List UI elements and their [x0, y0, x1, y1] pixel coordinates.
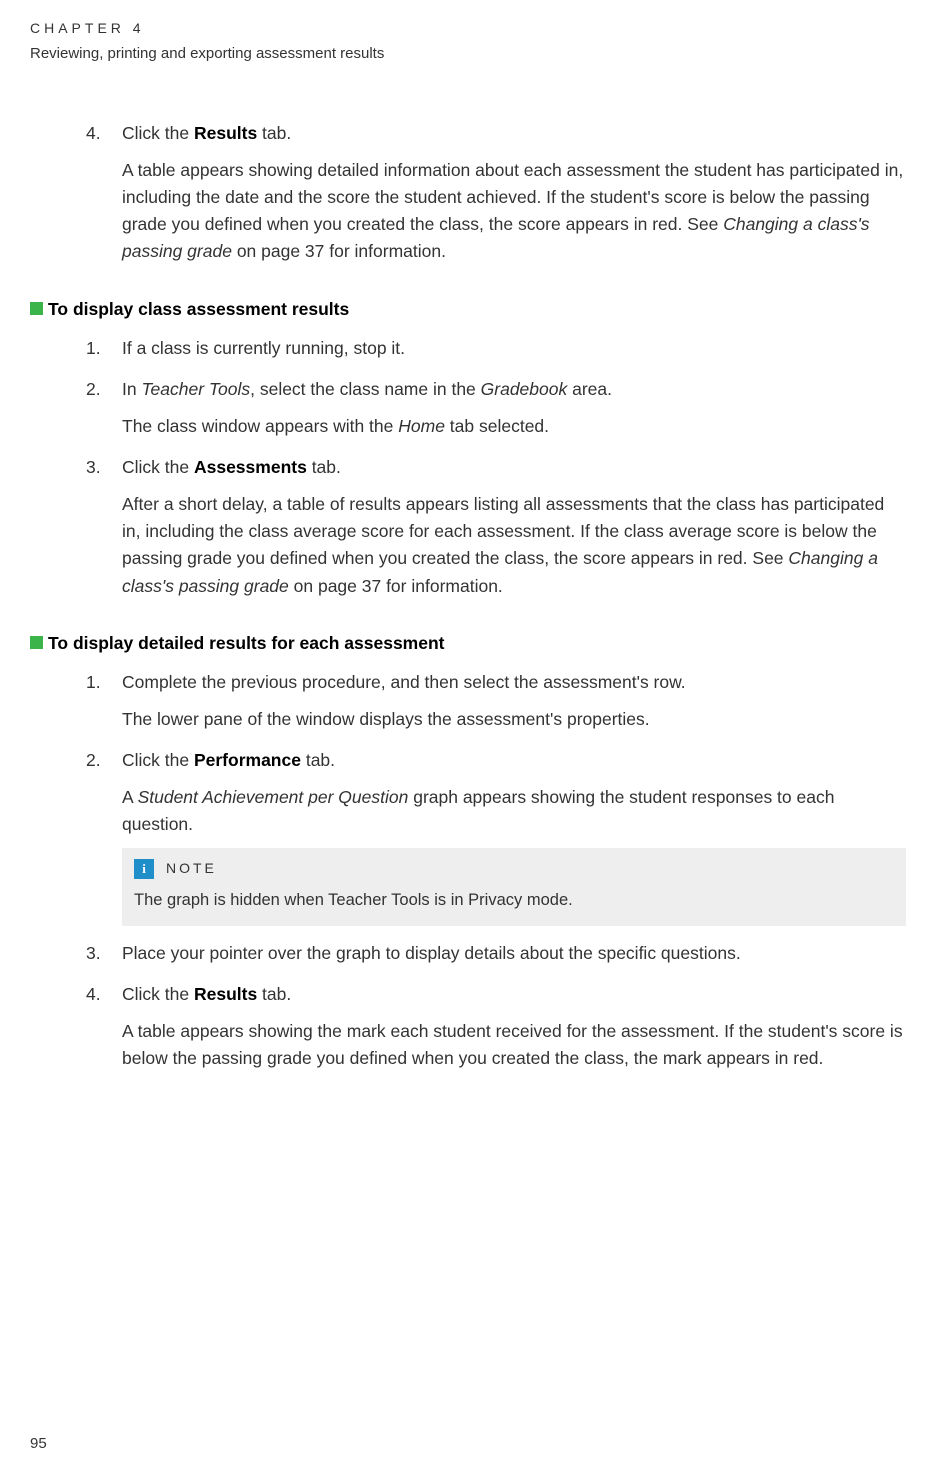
step-number: 4. — [86, 981, 114, 1008]
text-fragment: tab. — [257, 984, 291, 1004]
step-number: 1. — [86, 335, 114, 362]
text-fragment: Click the — [122, 457, 194, 477]
step-number: 3. — [86, 454, 114, 481]
step-result: A Student Achievement per Question graph… — [122, 784, 906, 838]
step-text: If a class is currently running, stop it… — [122, 338, 405, 358]
step-number: 3. — [86, 940, 114, 967]
step-item: 4. Click the Results tab. A table appear… — [86, 120, 906, 266]
step-text: Click the Assessments tab. — [122, 457, 341, 477]
text-fragment: tab. — [257, 123, 291, 143]
step-result: A table appears showing detailed informa… — [122, 157, 906, 266]
italic-term: Gradebook — [481, 379, 568, 399]
italic-term: Student Achievement per Question — [138, 787, 409, 807]
procedure-heading: To display class assessment results — [48, 296, 349, 323]
text-fragment: tab selected. — [445, 416, 549, 436]
note-label: NOTE — [166, 858, 217, 880]
step-number: 2. — [86, 376, 114, 403]
step-text: In Teacher Tools, select the class name … — [122, 379, 612, 399]
step-number: 2. — [86, 747, 114, 774]
note-body: The graph is hidden when Teacher Tools i… — [134, 888, 894, 914]
text-fragment: The class window appears with the — [122, 416, 398, 436]
step-result: A table appears showing the mark each st… — [122, 1018, 906, 1072]
procedure-heading-row: To display class assessment results — [86, 296, 906, 323]
text-fragment: tab. — [301, 750, 335, 770]
procedure-block: To display detailed results for each ass… — [30, 630, 906, 1073]
step-item: 1. Complete the previous procedure, and … — [86, 669, 906, 733]
page: CHAPTER 4 Reviewing, printing and export… — [0, 0, 936, 1475]
text-fragment: Click the — [122, 984, 194, 1004]
step-result: The lower pane of the window displays th… — [122, 706, 906, 733]
chapter-title: Reviewing, printing and exporting assess… — [30, 42, 906, 65]
step-item: 2. Click the Performance tab. A Student … — [86, 747, 906, 926]
text-fragment: Click the — [122, 123, 194, 143]
step-item: 2. In Teacher Tools, select the class na… — [86, 376, 906, 440]
step-item: 4. Click the Results tab. A table appear… — [86, 981, 906, 1072]
bold-term: Results — [194, 984, 257, 1004]
text-fragment: In — [122, 379, 141, 399]
procedure-heading: To display detailed results for each ass… — [48, 630, 445, 657]
bold-term: Assessments — [194, 457, 307, 477]
step-result: The class window appears with the Home t… — [122, 413, 906, 440]
text-fragment: on page 37 for information. — [232, 241, 446, 261]
note-header: i NOTE — [134, 858, 894, 880]
italic-term: Teacher Tools — [141, 379, 250, 399]
step-item: 3. Place your pointer over the graph to … — [86, 940, 906, 967]
note-box: i NOTE The graph is hidden when Teacher … — [122, 848, 906, 925]
text-fragment: A — [122, 787, 138, 807]
procedure-heading-row: To display detailed results for each ass… — [86, 630, 906, 657]
text-fragment: , select the class name in the — [250, 379, 481, 399]
chapter-label: CHAPTER 4 — [30, 18, 906, 40]
italic-term: Home — [398, 416, 445, 436]
text-fragment: tab. — [307, 457, 341, 477]
step-text: Click the Performance tab. — [122, 750, 335, 770]
step-text: Click the Results tab. — [122, 984, 291, 1004]
procedure-block: To display class assessment results 1. I… — [30, 296, 906, 600]
text-fragment: on page 37 for information. — [289, 576, 503, 596]
step-number: 1. — [86, 669, 114, 696]
step-item: 3. Click the Assessments tab. After a sh… — [86, 454, 906, 600]
step-item: 1. If a class is currently running, stop… — [86, 335, 906, 362]
bold-term: Results — [194, 123, 257, 143]
info-icon: i — [134, 859, 154, 879]
step-text: Complete the previous procedure, and the… — [122, 672, 686, 692]
step-number: 4. — [86, 120, 114, 147]
content-top: 4. Click the Results tab. A table appear… — [30, 120, 906, 266]
text-fragment: Click the — [122, 750, 194, 770]
step-text: Place your pointer over the graph to dis… — [122, 943, 741, 963]
procedure-marker-icon — [30, 302, 43, 315]
bold-term: Performance — [194, 750, 301, 770]
text-fragment: area. — [567, 379, 612, 399]
page-number: 95 — [30, 1432, 47, 1455]
text-fragment: After a short delay, a table of results … — [122, 494, 884, 568]
procedure-marker-icon — [30, 636, 43, 649]
step-result: After a short delay, a table of results … — [122, 491, 906, 600]
step-text: Click the Results tab. — [122, 123, 291, 143]
